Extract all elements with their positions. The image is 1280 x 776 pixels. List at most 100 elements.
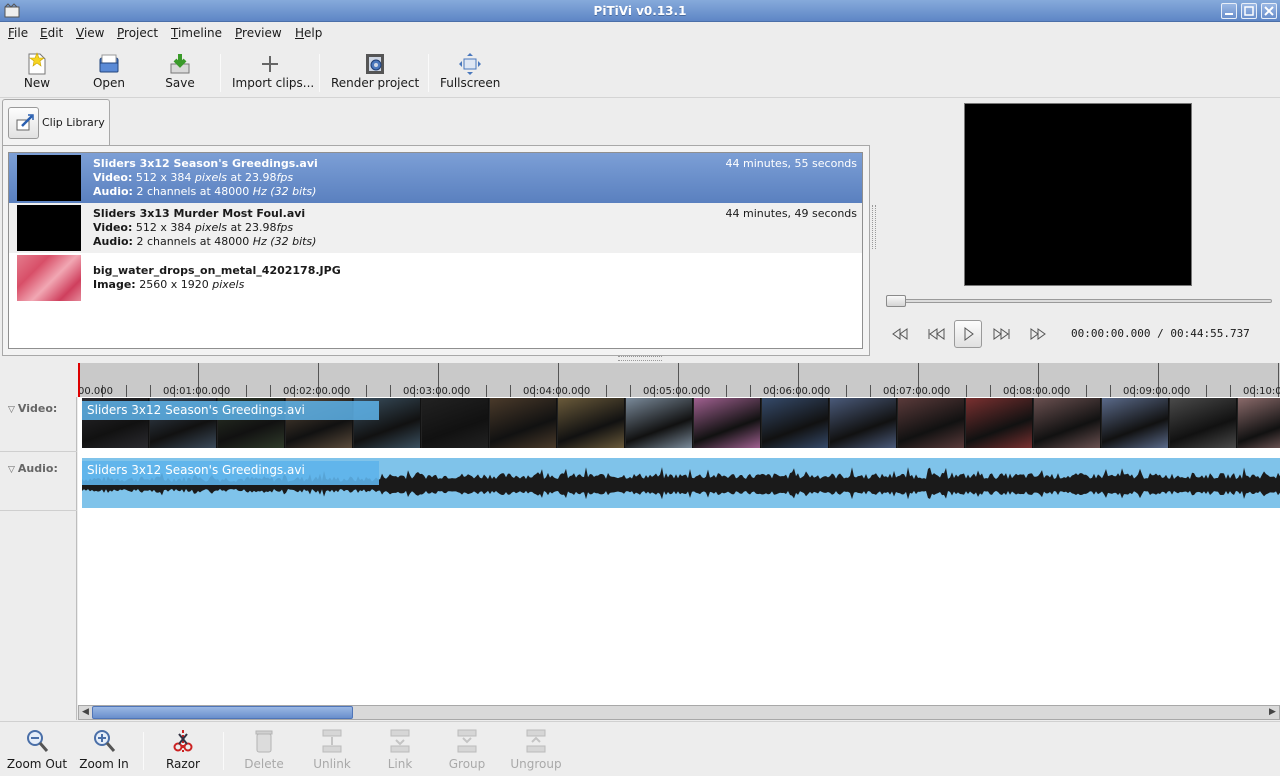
link-button[interactable]: Link: [380, 726, 420, 774]
video-frame-thumbnail: [898, 398, 965, 448]
play-button[interactable]: [954, 320, 982, 348]
window-titlebar: PiTiVi v0.13.1: [0, 0, 1280, 22]
video-frame-thumbnail: [1102, 398, 1169, 448]
menu-timeline[interactable]: Timeline: [171, 26, 222, 40]
clip-item-water-drops[interactable]: big_water_drops_on_metal_4202178.JPG Ima…: [9, 253, 862, 303]
ruler-tick: [486, 385, 487, 397]
timeline-scrollbar[interactable]: ◀ ▶: [78, 705, 1280, 720]
ruler-label: 00:04:00.000: [523, 386, 591, 397]
new-button[interactable]: New: [14, 50, 60, 94]
seek-bar[interactable]: [886, 299, 1272, 303]
ruler-tick: [606, 385, 607, 397]
fullscreen-button[interactable]: Fullscreen: [440, 50, 500, 94]
ungroup-button[interactable]: Ungroup: [508, 726, 564, 774]
minimize-button[interactable]: [1221, 3, 1237, 19]
video-track-label[interactable]: ▽ Video:: [8, 402, 57, 415]
ruler-tick: [1110, 385, 1111, 397]
main-toolbar: New Open Save Import clips... Render pro…: [0, 44, 1280, 98]
toolbar-separator: [143, 732, 144, 770]
import-clips-button[interactable]: Import clips...: [232, 50, 314, 94]
video-frame-thumbnail: [558, 398, 625, 448]
expand-triangle-icon[interactable]: ▽: [8, 465, 15, 475]
ruler-tick: [966, 385, 967, 397]
video-frame-thumbnail: [694, 398, 761, 448]
timeline-toolbar: Zoom Out Zoom In Razor Delete Unlink Lin…: [0, 721, 1280, 776]
toolbar-separator: [428, 54, 429, 92]
ruler-label: 00.000: [78, 386, 113, 397]
pane-resize-handle[interactable]: [618, 356, 662, 361]
menu-help[interactable]: Help: [295, 26, 322, 40]
track-divider: [0, 510, 77, 511]
audio-track-label[interactable]: ▽ Audio:: [8, 462, 58, 475]
video-frame-thumbnail: [966, 398, 1033, 448]
delete-button[interactable]: Delete: [240, 726, 288, 774]
close-button[interactable]: [1261, 3, 1277, 19]
unlink-button[interactable]: Unlink: [306, 726, 358, 774]
ruler-tick: [1230, 385, 1231, 397]
toolbar-separator: [223, 732, 224, 770]
pane-resize-handle-vertical[interactable]: [872, 205, 876, 249]
ruler-tick: [366, 385, 367, 397]
save-button[interactable]: Save: [157, 50, 203, 94]
ruler-tick: [390, 385, 391, 397]
ruler-label: 00:06:00.000: [763, 386, 831, 397]
timeline-ruler[interactable]: 00.000 00:01:00.000 00:02:00.000 00:03:00.0…: [78, 363, 1280, 397]
fullscreen-icon: [459, 53, 481, 75]
ruler-label: 00:07:00.000: [883, 386, 951, 397]
menu-preview[interactable]: Preview: [235, 26, 282, 40]
audio-clip-title: Sliders 3x12 Season's Greedings.avi: [82, 461, 379, 485]
render-film-icon: [366, 54, 384, 74]
ruler-tick: [846, 385, 847, 397]
fast-forward-button[interactable]: [1024, 320, 1052, 348]
save-icon: [170, 54, 190, 74]
menubar: File Edit View Project Timeline Preview …: [0, 22, 1280, 44]
ruler-tick: [1086, 385, 1087, 397]
ruler-label: 00:10:0: [1243, 386, 1280, 397]
scroll-right-icon[interactable]: ▶: [1266, 706, 1279, 719]
zoom-in-icon: [94, 730, 116, 752]
razor-scissors-icon: [173, 730, 193, 752]
clip-item-sliders-3x13[interactable]: Sliders 3x13 Murder Most Foul.avi Video:…: [9, 203, 862, 253]
video-frame-thumbnail: [626, 398, 693, 448]
clip-thumbnail: [17, 155, 81, 201]
tab-clip-library[interactable]: Clip Library: [2, 99, 110, 145]
link-icon: [390, 729, 410, 753]
toolbar-separator: [319, 54, 320, 92]
zoom-out-button[interactable]: Zoom Out: [6, 726, 68, 774]
ruler-tick: [510, 385, 511, 397]
group-button[interactable]: Group: [444, 726, 490, 774]
video-frame-thumbnail: [1238, 398, 1280, 448]
ruler-tick: [270, 385, 271, 397]
ruler-tick: [126, 385, 127, 397]
menu-edit[interactable]: Edit: [40, 26, 63, 40]
open-button[interactable]: Open: [86, 50, 132, 94]
maximize-button[interactable]: [1241, 3, 1257, 19]
expand-triangle-icon[interactable]: ▽: [8, 405, 15, 415]
clip-item-sliders-3x12[interactable]: Sliders 3x12 Season's Greedings.avi Vide…: [9, 153, 862, 203]
menu-file[interactable]: File: [8, 26, 28, 40]
ruler-tick: [630, 385, 631, 397]
ruler-label: 00:01:00.000: [163, 386, 231, 397]
seek-handle[interactable]: [886, 295, 906, 307]
scrollbar-thumb[interactable]: [92, 706, 353, 719]
scroll-left-icon[interactable]: ◀: [79, 706, 92, 719]
playhead[interactable]: [78, 363, 80, 397]
go-to-end-button[interactable]: [988, 320, 1016, 348]
preview-viewer: [964, 103, 1192, 286]
video-clip-title: Sliders 3x12 Season's Greedings.avi: [82, 401, 379, 420]
go-to-start-button[interactable]: [922, 320, 950, 348]
menu-view[interactable]: View: [76, 26, 104, 40]
group-icon: [457, 729, 477, 753]
ruler-label: 00:02:00.000: [283, 386, 351, 397]
clip-thumbnail: [17, 205, 81, 251]
ruler-tick: [726, 385, 727, 397]
ruler-label: 00:09:00.000: [1123, 386, 1191, 397]
render-project-button[interactable]: Render project: [331, 50, 419, 94]
razor-button[interactable]: Razor: [160, 726, 206, 774]
rewind-button[interactable]: [886, 320, 914, 348]
zoom-in-button[interactable]: Zoom In: [78, 726, 130, 774]
menu-project[interactable]: Project: [117, 26, 158, 40]
clip-library-list[interactable]: Sliders 3x12 Season's Greedings.avi Vide…: [8, 152, 863, 349]
video-frame-thumbnail: [422, 398, 489, 448]
zoom-out-icon: [27, 730, 49, 752]
